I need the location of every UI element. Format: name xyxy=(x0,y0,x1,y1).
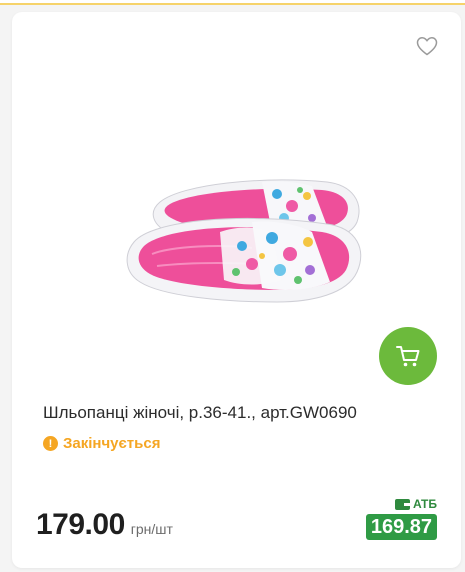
price: 179.00 грн/шт xyxy=(36,508,173,542)
wishlist-button[interactable] xyxy=(415,34,439,58)
heart-outline-icon xyxy=(416,37,438,56)
atb-label-text: АТБ xyxy=(412,497,437,511)
stock-status: ! Закінчується xyxy=(43,435,160,452)
atb-card-price: АТБ 169.87 xyxy=(361,497,437,540)
atb-price-value: 169.87 xyxy=(365,514,437,540)
atb-label: АТБ xyxy=(394,497,437,511)
price-unit: грн/шт xyxy=(130,521,173,537)
product-card[interactable]: Шльопанці жіночі, р.36-41., арт.GW0690 !… xyxy=(12,12,461,568)
product-title[interactable]: Шльопанці жіночі, р.36-41., арт.GW0690 xyxy=(43,403,357,423)
slipper-front xyxy=(126,217,362,303)
shopping-cart-icon xyxy=(396,346,420,367)
exclamation-icon: ! xyxy=(43,436,58,451)
product-image[interactable] xyxy=(112,162,372,322)
stock-status-text: Закінчується xyxy=(63,435,161,452)
add-to-cart-button[interactable] xyxy=(379,327,437,385)
wallet-icon xyxy=(394,498,410,510)
top-border xyxy=(0,0,465,5)
price-value: 179.00 xyxy=(36,508,125,541)
